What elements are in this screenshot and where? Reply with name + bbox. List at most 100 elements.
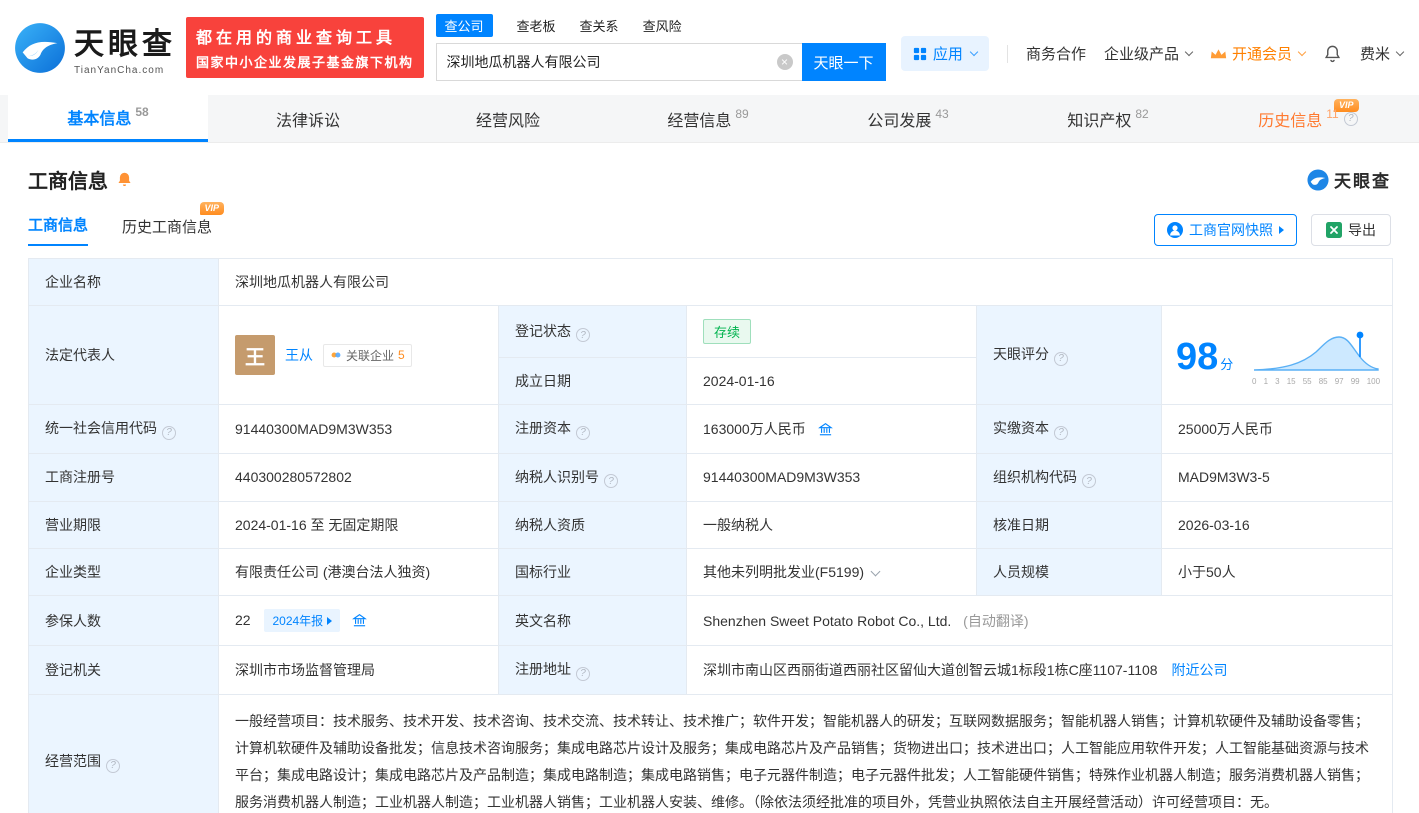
chevron-down-icon bbox=[1297, 47, 1307, 56]
table-row: 工商注册号 440300280572802 纳税人识别号 91440300MAD… bbox=[28, 452, 1394, 502]
status-badge: 存续 bbox=[703, 319, 752, 344]
bell-icon[interactable] bbox=[1323, 44, 1342, 63]
score-label: 天眼评分 bbox=[976, 305, 1162, 405]
subtab-row: 工商信息 VIP 历史工商信息 工商官网快照 导出 bbox=[28, 202, 1391, 246]
subscribe-bell-icon[interactable] bbox=[116, 171, 133, 188]
search-type-tabs: 查公司 查老板 查关系 查风险 bbox=[435, 14, 886, 37]
help-icon[interactable] bbox=[1343, 111, 1358, 126]
nav-cooperation[interactable]: 商务合作 bbox=[1026, 43, 1086, 64]
legal-rep-avatar[interactable]: 王 bbox=[235, 335, 275, 375]
subtab-business-info[interactable]: 工商信息 bbox=[28, 214, 89, 246]
score-cell[interactable]: 98 分 01 3 15 55 85 97 99 100 bbox=[1160, 305, 1394, 405]
table-row: 法定代表人 王 王从 关联企业 5 登记状态 存续 bbox=[28, 305, 1394, 405]
nav-enterprise-products[interactable]: 企业级产品 bbox=[1104, 43, 1194, 64]
company-name-label: 企业名称 bbox=[28, 258, 219, 306]
person-icon bbox=[1167, 222, 1183, 238]
avatar-char: 王 bbox=[245, 346, 265, 369]
search-button[interactable]: 天眼一下 bbox=[801, 43, 886, 81]
tab-operating-info[interactable]: 经营信息 89 bbox=[608, 95, 808, 142]
search-tab-company[interactable]: 查公司 bbox=[435, 14, 493, 37]
table-row: 统一社会信用代码 91440300MAD9M3W353 注册资本 163000万… bbox=[28, 404, 1394, 454]
help-icon[interactable] bbox=[576, 425, 590, 440]
cooperation-label: 商务合作 bbox=[1025, 46, 1086, 63]
slogan-banner: 都在用的商业查询工具 国家中小企业发展子基金旗下机构 bbox=[186, 17, 424, 78]
arrow-right-icon bbox=[327, 616, 333, 625]
related-company-icon bbox=[331, 352, 341, 358]
help-icon[interactable] bbox=[1054, 351, 1068, 366]
nav-user-account[interactable]: 费米 bbox=[1360, 43, 1405, 64]
paid-capital-value: 25000万人民币 bbox=[1160, 404, 1394, 454]
help-icon[interactable] bbox=[604, 474, 618, 488]
company-type-value: 有限责任公司 (港澳台法人独资) bbox=[218, 548, 499, 596]
score-unit: 分 bbox=[1220, 357, 1234, 372]
tianyancha-logo[interactable]: 天眼查 TianYanCha.com bbox=[14, 19, 176, 76]
official-snapshot-button[interactable]: 工商官网快照 bbox=[1154, 214, 1297, 246]
company-type-label: 企业类型 bbox=[28, 548, 219, 596]
reg-capital-value: 163000万人民币 bbox=[686, 404, 977, 454]
tab-label: 历史信息 bbox=[1258, 112, 1323, 130]
english-name-value: Shenzhen Sweet Potato Robot Co., Ltd. (自… bbox=[685, 595, 1394, 646]
tab-company-development[interactable]: 公司发展 43 bbox=[808, 95, 1008, 142]
tab-count: 58 bbox=[135, 105, 149, 119]
tab-legal-proceedings[interactable]: 法律诉讼 bbox=[208, 95, 408, 142]
score-value: 98 bbox=[1176, 336, 1219, 378]
clear-search-icon[interactable] bbox=[776, 54, 793, 70]
search-tab-relation[interactable]: 查关系 bbox=[580, 16, 619, 35]
reg-authority-value: 深圳市市场监督管理局 bbox=[218, 645, 499, 695]
related-label: 关联企业 bbox=[346, 348, 395, 363]
help-icon[interactable] bbox=[1082, 474, 1096, 488]
related-count: 5 bbox=[398, 348, 405, 362]
capital-record-icon[interactable] bbox=[817, 422, 833, 437]
tab-intellectual-property[interactable]: 知识产权 82 bbox=[1008, 95, 1208, 142]
tab-label: 知识产权 bbox=[1067, 112, 1132, 130]
table-row: 登记机关 深圳市市场监督管理局 注册地址 深圳市南山区西丽街道西丽社区留仙大道创… bbox=[28, 645, 1394, 695]
export-button[interactable]: 导出 bbox=[1311, 214, 1391, 246]
help-icon[interactable] bbox=[576, 666, 590, 681]
taxpayer-id-label: 纳税人识别号 bbox=[498, 452, 687, 502]
subtab-history-business-info[interactable]: VIP 历史工商信息 bbox=[122, 202, 225, 246]
legal-rep-cell: 王 王从 关联企业 5 bbox=[218, 305, 499, 405]
credit-code-value: 91440300MAD9M3W353 bbox=[218, 404, 499, 454]
business-term-value: 2024-01-16 至 无固定期限 bbox=[218, 501, 499, 549]
apps-label: 应用 bbox=[932, 46, 963, 63]
tab-count: 89 bbox=[735, 106, 749, 121]
reg-number-value: 440300280572802 bbox=[218, 452, 499, 502]
tab-label: 法律诉讼 bbox=[275, 112, 340, 130]
company-page-tabs: 基本信息 58 法律诉讼 经营风险 经营信息 89 公司发展 43 知识产权 8… bbox=[0, 95, 1419, 143]
reg-number-label: 工商注册号 bbox=[28, 452, 219, 502]
tab-history-info[interactable]: VIP 历史信息 11 bbox=[1208, 95, 1408, 142]
establish-date-label: 成立日期 bbox=[498, 357, 687, 405]
help-icon[interactable] bbox=[576, 328, 590, 343]
insured-record-icon[interactable] bbox=[352, 613, 367, 628]
insured-value: 22 2024年报 bbox=[218, 595, 499, 646]
header-nav: 应用 商务合作 企业级产品 开通会员 费米 bbox=[900, 36, 1405, 71]
help-icon[interactable] bbox=[1054, 425, 1068, 440]
nav-divider bbox=[1006, 44, 1008, 63]
search-tab-risk[interactable]: 查风险 bbox=[643, 16, 682, 35]
related-companies-badge[interactable]: 关联企业 5 bbox=[323, 343, 412, 367]
table-row: 营业期限 2024-01-16 至 无固定期限 纳税人资质 一般纳税人 核准日期… bbox=[28, 501, 1394, 549]
taxpayer-id-value: 91440300MAD9M3W353 bbox=[686, 452, 977, 502]
tab-count: 11 bbox=[1326, 106, 1339, 121]
tab-basic-info[interactable]: 基本信息 58 bbox=[8, 95, 208, 142]
excel-icon bbox=[1326, 222, 1342, 238]
annual-report-badge[interactable]: 2024年报 bbox=[264, 609, 341, 632]
table-row: 企业类型 有限责任公司 (港澳台法人独资) 国标行业 其他未列明批发业(F519… bbox=[28, 548, 1394, 596]
nearby-companies-link[interactable]: 附近公司 bbox=[1171, 662, 1227, 678]
section-header: 工商信息 天眼查 bbox=[28, 165, 1391, 194]
membership-label: 开通会员 bbox=[1231, 46, 1292, 63]
help-icon[interactable] bbox=[162, 425, 176, 440]
chevron-down-icon[interactable] bbox=[870, 566, 881, 577]
help-icon[interactable] bbox=[106, 758, 120, 773]
tab-operating-risk[interactable]: 经营风险 bbox=[408, 95, 608, 142]
brand-name: 天眼查 bbox=[74, 28, 176, 61]
reg-address-label: 注册地址 bbox=[498, 645, 687, 695]
legal-rep-link[interactable]: 王从 bbox=[285, 345, 313, 365]
apps-menu[interactable]: 应用 bbox=[900, 36, 989, 71]
tab-label: 经营风险 bbox=[475, 112, 540, 130]
search-input[interactable] bbox=[436, 44, 802, 80]
search-tab-boss[interactable]: 查老板 bbox=[517, 16, 556, 35]
industry-label: 国标行业 bbox=[498, 548, 687, 596]
nav-open-membership[interactable]: 开通会员 bbox=[1210, 43, 1307, 64]
org-code-label: 组织机构代码 bbox=[976, 452, 1162, 502]
